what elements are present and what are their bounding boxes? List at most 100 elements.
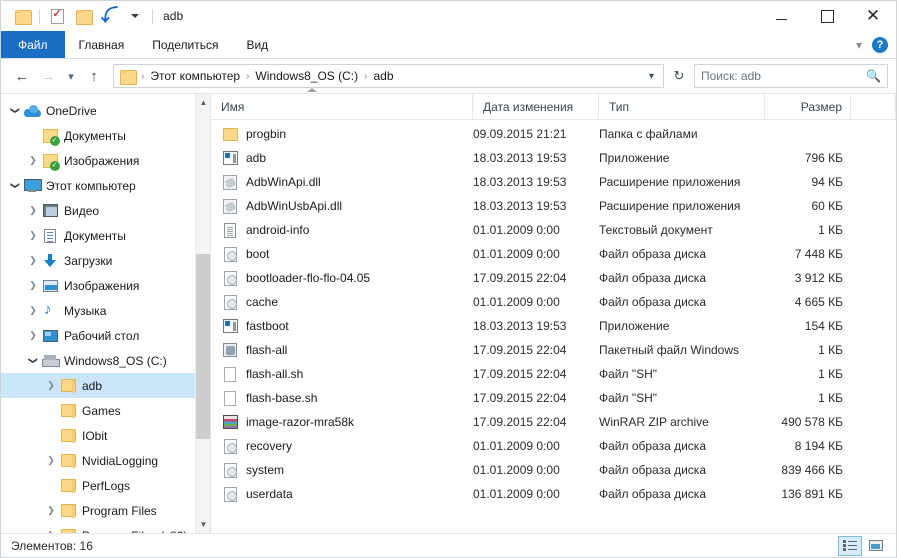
expand-collapse-open-icon[interactable]: ❯: [10, 178, 21, 194]
file-name-cell: flash-all.sh: [211, 362, 473, 386]
sidebar-item-label: Документы: [64, 229, 126, 243]
file-date-cell: 01.01.2009 0:00: [473, 482, 599, 506]
documents-icon: [41, 228, 59, 244]
scroll-up-arrow-icon[interactable]: ▲: [196, 94, 211, 111]
search-input[interactable]: Поиск: adb 🔍: [694, 64, 888, 88]
file-size-cell: 839 466 КБ: [765, 458, 851, 482]
table-row[interactable]: fastboot18.03.2013 19:53Приложение154 КБ: [211, 314, 896, 338]
maximize-button[interactable]: [804, 1, 850, 31]
file-name-label: userdata: [246, 487, 293, 501]
column-header-date[interactable]: Дата изменения: [473, 94, 599, 120]
table-row[interactable]: image-razor-mra58k17.09.2015 22:04WinRAR…: [211, 410, 896, 434]
sidebar-item-документы[interactable]: Документы: [1, 123, 210, 148]
expand-collapse-closed-icon[interactable]: ❯: [43, 380, 59, 391]
table-row[interactable]: flash-all17.09.2015 22:04Пакетный файл W…: [211, 338, 896, 362]
minimize-button[interactable]: [758, 1, 804, 31]
table-row[interactable]: system01.01.2009 0:00Файл образа диска83…: [211, 458, 896, 482]
table-row[interactable]: bootloader-flo-flo-04.0517.09.2015 22:04…: [211, 266, 896, 290]
sidebar-item-рабочий-стол[interactable]: ❯Рабочий стол: [1, 323, 210, 348]
sidebar-item-музыка[interactable]: ❯Музыка: [1, 298, 210, 323]
expand-collapse-closed-icon[interactable]: ❯: [25, 305, 41, 316]
sidebar-item-games[interactable]: Games: [1, 398, 210, 423]
table-row[interactable]: flash-all.sh17.09.2015 22:04Файл "SH"1 К…: [211, 362, 896, 386]
table-row[interactable]: AdbWinUsbApi.dll18.03.2013 19:53Расширен…: [211, 194, 896, 218]
sidebar-item-загрузки[interactable]: ❯Загрузки: [1, 248, 210, 273]
refresh-button[interactable]: ↻: [668, 64, 690, 88]
sidebar-item-изображения[interactable]: ❯Изображения: [1, 273, 210, 298]
table-row[interactable]: recovery01.01.2009 0:00Файл образа диска…: [211, 434, 896, 458]
expand-collapse-open-icon[interactable]: ❯: [10, 103, 21, 119]
file-name-cell: system: [211, 458, 473, 482]
sidebar-item-perflogs[interactable]: PerfLogs: [1, 473, 210, 498]
sidebar-item-windows8-os-c[interactable]: ❯Windows8_OS (C:): [1, 348, 210, 373]
breadcrumb-dropdown-icon[interactable]: ▾: [644, 71, 659, 82]
recent-locations-button[interactable]: ▾: [61, 63, 81, 89]
tab-home[interactable]: Главная: [65, 31, 139, 58]
sidebar-item-program-files[interactable]: ❯Program Files: [1, 498, 210, 523]
sidebar-item-iobit[interactable]: IObit: [1, 423, 210, 448]
sidebar-item-документы[interactable]: ❯ Документы: [1, 223, 210, 248]
folder-icon[interactable]: [9, 4, 35, 28]
sidebar-item-этот-компьютер[interactable]: ❯Этот компьютер: [1, 173, 210, 198]
column-header-type[interactable]: Тип: [599, 94, 765, 120]
column-header-size[interactable]: Размер: [765, 94, 851, 120]
ribbon-right-controls: ▾ ?: [848, 31, 896, 58]
file-size-cell: 796 КБ: [765, 146, 851, 170]
expand-collapse-closed-icon[interactable]: ❯: [25, 205, 41, 216]
expand-collapse-closed-icon[interactable]: ❯: [43, 455, 59, 466]
sidebar-item-nvidialogging[interactable]: ❯NvidiaLogging: [1, 448, 210, 473]
sidebar-item-label: Документы: [64, 129, 126, 143]
navigation-pane-scrollbar[interactable]: ▲ ▼: [195, 94, 210, 533]
new-folder-icon[interactable]: [70, 4, 96, 28]
breadcrumb-item-adb[interactable]: adb: [369, 69, 397, 83]
expand-collapse-closed-icon[interactable]: ❯: [25, 330, 41, 341]
tab-view[interactable]: Вид: [232, 31, 282, 58]
customize-caret-icon[interactable]: [122, 4, 148, 28]
up-button[interactable]: ↑: [81, 63, 107, 89]
expand-collapse-closed-icon[interactable]: ❯: [25, 280, 41, 291]
sidebar-item-program-files-x86[interactable]: ❯Program Files (x86): [1, 523, 210, 533]
table-row[interactable]: flash-base.sh17.09.2015 22:04Файл "SH"1 …: [211, 386, 896, 410]
forward-button[interactable]: →: [35, 63, 61, 89]
scroll-down-arrow-icon[interactable]: ▼: [196, 516, 211, 533]
folder-icon: [59, 503, 77, 519]
table-row[interactable]: AdbWinApi.dll18.03.2013 19:53Расширение …: [211, 170, 896, 194]
table-row[interactable]: userdata01.01.2009 0:00Файл образа диска…: [211, 482, 896, 506]
back-button[interactable]: ←: [9, 63, 35, 89]
file-date-cell: 18.03.2013 19:53: [473, 314, 599, 338]
sidebar-item-onedrive[interactable]: ❯OneDrive: [1, 98, 210, 123]
table-row[interactable]: progbin09.09.2015 21:21Папка с файлами: [211, 122, 896, 146]
file-name-cell: adb: [211, 146, 473, 170]
table-row[interactable]: android-info01.01.2009 0:00Текстовый док…: [211, 218, 896, 242]
file-name-cell: android-info: [211, 218, 473, 242]
properties-icon[interactable]: [44, 4, 70, 28]
column-header-name[interactable]: Имя: [211, 94, 473, 120]
breadcrumb-separator-1: ›: [244, 71, 251, 82]
expand-collapse-closed-icon[interactable]: ❯: [25, 255, 41, 266]
item-count-label: Элементов: 16: [11, 539, 93, 553]
expand-collapse-closed-icon[interactable]: ❯: [43, 530, 59, 533]
expand-collapse-closed-icon[interactable]: ❯: [43, 505, 59, 516]
breadcrumb-item-this-pc[interactable]: Этот компьютер: [146, 69, 244, 83]
chevron-down-icon[interactable]: ▾: [848, 34, 870, 56]
breadcrumb-item-drive[interactable]: Windows8_OS (C:): [251, 69, 362, 83]
sidebar-item-видео[interactable]: ❯Видео: [1, 198, 210, 223]
tab-file[interactable]: Файл: [1, 31, 65, 58]
sidebar-item-adb[interactable]: ❯adb: [1, 373, 210, 398]
close-button[interactable]: ✕: [850, 1, 896, 31]
expand-collapse-closed-icon[interactable]: ❯: [25, 155, 41, 166]
expand-collapse-open-icon[interactable]: ❯: [28, 353, 39, 369]
table-row[interactable]: adb18.03.2013 19:53Приложение796 КБ: [211, 146, 896, 170]
sidebar-item-изображения[interactable]: ❯Изображения: [1, 148, 210, 173]
details-view-button[interactable]: [838, 536, 862, 556]
table-row[interactable]: cache01.01.2009 0:00Файл образа диска4 6…: [211, 290, 896, 314]
breadcrumb[interactable]: › Этот компьютер › Windows8_OS (C:) › ad…: [113, 64, 664, 88]
tab-share[interactable]: Поделиться: [138, 31, 232, 58]
scrollbar-thumb[interactable]: [196, 254, 211, 439]
file-name-label: android-info: [246, 223, 309, 237]
help-icon[interactable]: ?: [872, 37, 888, 53]
large-icons-view-button[interactable]: [864, 536, 888, 556]
expand-collapse-closed-icon[interactable]: ❯: [25, 230, 41, 241]
table-row[interactable]: boot01.01.2009 0:00Файл образа диска7 44…: [211, 242, 896, 266]
undo-icon[interactable]: ⤵: [96, 4, 122, 28]
